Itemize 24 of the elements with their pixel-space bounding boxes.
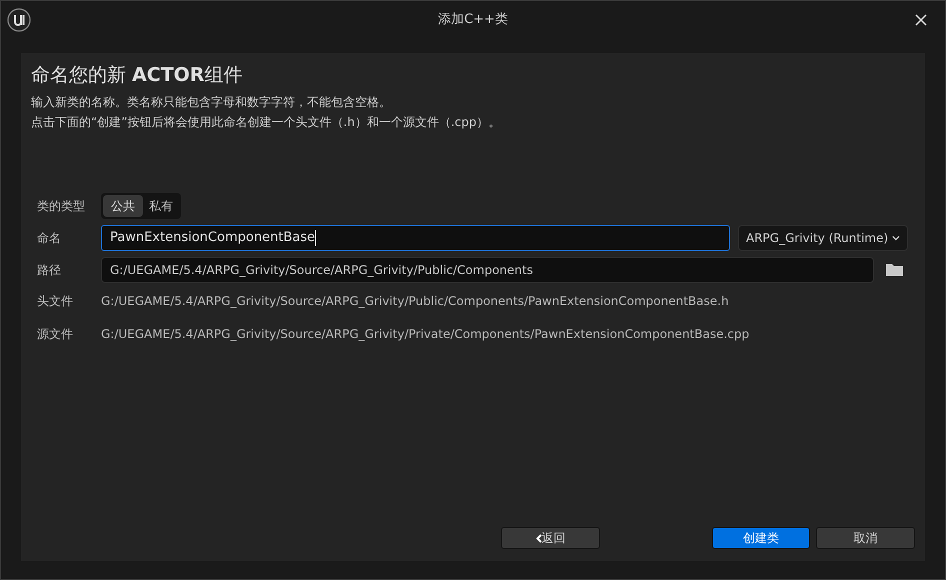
create-button[interactable]: 创建类 bbox=[712, 527, 810, 549]
description-text: 点击下面的“创建”按钮后将会使用此命名创建一个头文件（.h）和一个源文件（.cpp）。 bbox=[31, 114, 502, 130]
segment-tab[interactable]: 私有 bbox=[143, 194, 179, 216]
close-icon[interactable] bbox=[915, 14, 927, 26]
module-dropdown[interactable]: ARPG_Grivity (Runtime) bbox=[738, 224, 908, 250]
folder-icon[interactable] bbox=[886, 263, 903, 276]
field-label: 路径 bbox=[37, 262, 62, 278]
field-label: 源文件 bbox=[37, 326, 74, 342]
cancel-button[interactable]: 取消 bbox=[816, 527, 915, 549]
description-text: 输入新类的名称。类名称只能包含字母和数字字符，不能包含空格。 bbox=[31, 94, 392, 110]
file-path-text: G:/UEGAME/5.4/ARPG_Grivity/Source/ARPG_Grivity/Public/Components/PawnExtensionComponentBase.h bbox=[101, 292, 729, 310]
path-field[interactable]: G:/UEGAME/5.4/ARPG_Grivity/Source/ARPG_Grivity/Public/Components bbox=[101, 256, 874, 282]
chevron-left-icon bbox=[536, 534, 542, 542]
field-label: 头文件 bbox=[37, 292, 74, 310]
name-field[interactable]: PawnExtensionComponentBase bbox=[101, 224, 730, 250]
chevron-down-icon bbox=[892, 234, 900, 240]
segment-tab[interactable]: 公共 bbox=[103, 194, 143, 216]
back-button[interactable]: 返回 bbox=[501, 527, 600, 549]
window-title: 添加C++类 bbox=[438, 11, 508, 30]
field-label: 命名 bbox=[37, 230, 62, 246]
logo-icon bbox=[7, 8, 31, 32]
field-label: 类的类型 bbox=[37, 198, 86, 214]
dialog-heading: 命名您的新 ACTOR组件 bbox=[31, 63, 244, 88]
file-path-text: G:/UEGAME/5.4/ARPG_Grivity/Source/ARPG_Grivity/Private/Components/PawnExtensionComponentBase.cpp bbox=[101, 326, 750, 342]
